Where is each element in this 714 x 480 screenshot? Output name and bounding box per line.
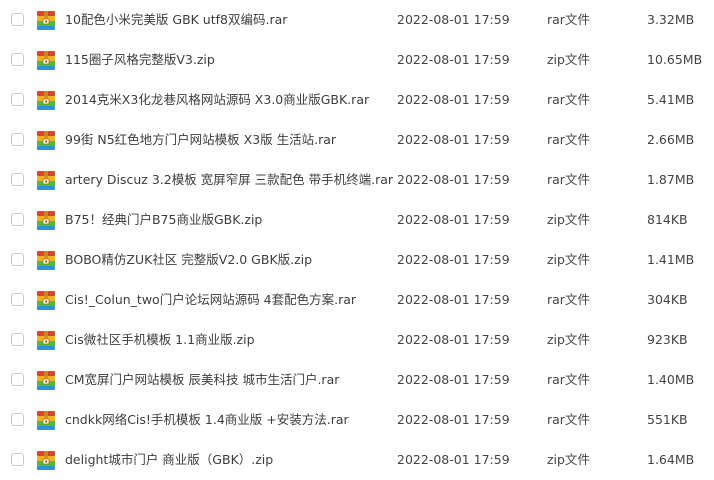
file-type: rar文件 [547,292,590,307]
file-name[interactable]: artery Discuz 3.2模板 宽屏窄屏 三款配色 带手机终端.rar [65,172,393,188]
row-checkbox[interactable] [11,293,24,306]
file-type: rar文件 [547,172,590,187]
row-checkbox[interactable] [11,333,24,346]
file-row[interactable]: delight城市门户 商业版（GBK）.zip 2022-08-01 17:59… [0,440,714,480]
file-row[interactable]: 99街 N5红色地方门户网站模板 X3版 生活站.rar 2022-08-01 1… [0,120,714,160]
file-row[interactable]: 2014克米X3化龙巷风格网站源码 X3.0商业版GBK.rar 2022-08-… [0,80,714,120]
archive-icon [36,290,56,311]
file-name[interactable]: 2014克米X3化龙巷风格网站源码 X3.0商业版GBK.rar [65,92,369,108]
row-checkbox[interactable] [11,133,24,146]
file-size: 1.64MB [647,452,695,467]
file-size: 3.32MB [647,12,695,27]
file-size: 551KB [647,412,688,427]
file-name[interactable]: BOBO精仿ZUK社区 完整版V2.0 GBK版.zip [65,252,312,268]
file-row[interactable]: 115圈子风格完整版V3.zip 2022-08-01 17:59 zip文件 10.… [0,40,714,80]
file-type: rar文件 [547,92,590,107]
file-name[interactable]: Cis微社区手机模板 1.1商业版.zip [65,332,255,348]
file-date: 2022-08-01 17:59 [397,412,510,427]
file-row[interactable]: Cis!_Colun_two门户论坛网站源码 4套配色方案.rar 2022-08… [0,280,714,320]
row-checkbox[interactable] [11,373,24,386]
file-row[interactable]: 10配色小米完美版 GBK utf8双编码.rar 2022-08-01 17:5… [0,0,714,40]
file-size: 10.65MB [647,52,703,67]
file-date: 2022-08-01 17:59 [397,92,510,107]
row-checkbox[interactable] [11,213,24,226]
file-name[interactable]: 115圈子风格完整版V3.zip [65,52,215,68]
file-type: rar文件 [547,132,590,147]
file-date: 2022-08-01 17:59 [397,292,510,307]
file-row[interactable]: B75！经典门户B75商业版GBK.zip 2022-08-01 17:59 zip… [0,200,714,240]
file-size: 304KB [647,292,688,307]
file-row[interactable]: cndkk网络Cis!手机模板 1.4商业版 +安装方法.rar 2022-08-… [0,400,714,440]
archive-icon [36,250,56,271]
file-type: zip文件 [547,452,590,467]
file-size: 5.41MB [647,92,695,107]
file-name[interactable]: 99街 N5红色地方门户网站模板 X3版 生活站.rar [65,132,336,148]
file-name[interactable]: CM宽屏门户网站模板 辰美科技 城市生活门户.rar [65,372,339,388]
file-type: zip文件 [547,212,590,227]
file-size: 1.87MB [647,172,695,187]
archive-icon [36,450,56,471]
file-size: 2.66MB [647,132,695,147]
file-name[interactable]: delight城市门户 商业版（GBK）.zip [65,452,273,468]
archive-icon [36,370,56,391]
file-list: 10配色小米完美版 GBK utf8双编码.rar 2022-08-01 17:5… [0,0,714,474]
file-date: 2022-08-01 17:59 [397,212,510,227]
file-row[interactable]: BOBO精仿ZUK社区 完整版V2.0 GBK版.zip 2022-08-01 1… [0,240,714,280]
file-row[interactable]: artery Discuz 3.2模板 宽屏窄屏 三款配色 带手机终端.rar 2… [0,160,714,200]
row-checkbox[interactable] [11,253,24,266]
file-name[interactable]: 10配色小米完美版 GBK utf8双编码.rar [65,12,287,28]
archive-icon [36,90,56,111]
file-size: 1.40MB [647,372,695,387]
row-checkbox[interactable] [11,53,24,66]
archive-icon [36,130,56,151]
file-type: rar文件 [547,372,590,387]
file-date: 2022-08-01 17:59 [397,132,510,147]
file-size: 1.41MB [647,252,695,267]
row-checkbox[interactable] [11,413,24,426]
file-type: zip文件 [547,332,590,347]
file-name[interactable]: cndkk网络Cis!手机模板 1.4商业版 +安装方法.rar [65,412,349,428]
row-checkbox[interactable] [11,173,24,186]
file-name[interactable]: Cis!_Colun_two门户论坛网站源码 4套配色方案.rar [65,292,356,308]
archive-icon [36,410,56,431]
file-size: 923KB [647,332,688,347]
file-row[interactable]: CM宽屏门户网站模板 辰美科技 城市生活门户.rar 2022-08-01 17:… [0,360,714,400]
file-date: 2022-08-01 17:59 [397,252,510,267]
file-type: rar文件 [547,12,590,27]
file-type: zip文件 [547,252,590,267]
file-date: 2022-08-01 17:59 [397,172,510,187]
archive-icon [36,330,56,351]
file-size: 814KB [647,212,688,227]
file-date: 2022-08-01 17:59 [397,52,510,67]
file-type: rar文件 [547,412,590,427]
row-checkbox[interactable] [11,93,24,106]
file-date: 2022-08-01 17:59 [397,332,510,347]
file-name[interactable]: B75！经典门户B75商业版GBK.zip [65,212,262,228]
archive-icon [36,50,56,71]
row-checkbox[interactable] [11,453,24,466]
file-date: 2022-08-01 17:59 [397,452,510,467]
archive-icon [36,210,56,231]
file-date: 2022-08-01 17:59 [397,12,510,27]
file-row[interactable]: Cis微社区手机模板 1.1商业版.zip 2022-08-01 17:59 zip… [0,320,714,360]
archive-icon [36,10,56,31]
archive-icon [36,170,56,191]
file-date: 2022-08-01 17:59 [397,372,510,387]
file-type: zip文件 [547,52,590,67]
row-checkbox[interactable] [11,13,24,26]
